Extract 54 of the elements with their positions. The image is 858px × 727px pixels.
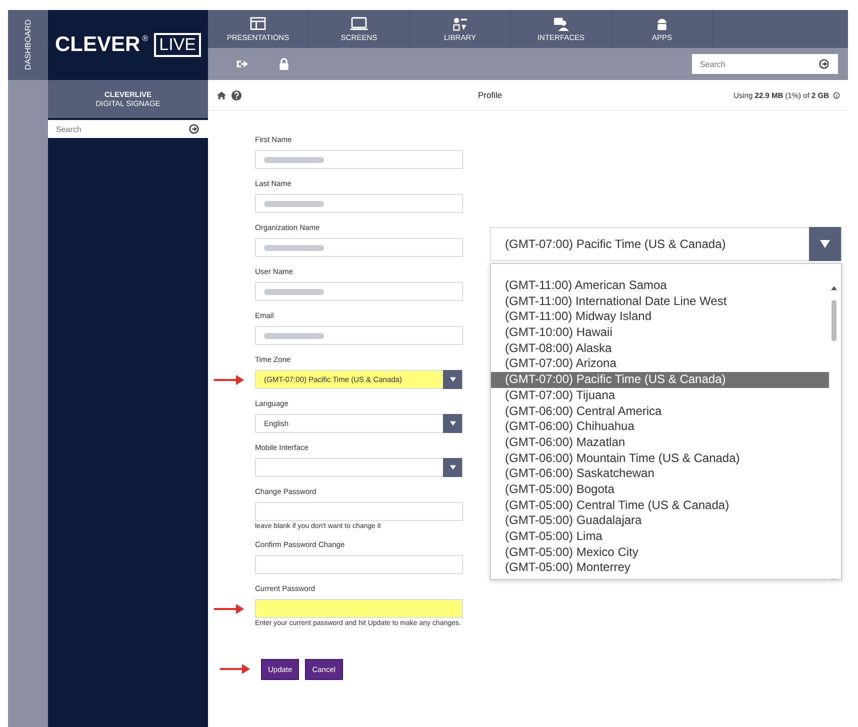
lock-icon[interactable]	[278, 58, 290, 70]
info-icon	[833, 92, 840, 98]
password-field[interactable]	[255, 502, 463, 521]
dropdown-option[interactable]: (GMT-05:00) Mexico City	[491, 544, 829, 560]
dropdown-option[interactable]: (GMT-05:00) Monterrey	[491, 560, 829, 576]
caret-icon	[450, 377, 456, 382]
input-field[interactable]	[255, 282, 463, 301]
dashboard-tab[interactable]: DASHBOARD	[8, 10, 48, 727]
help-icon[interactable]	[231, 90, 242, 100]
logout-icon[interactable]	[236, 58, 248, 70]
timezone-select[interactable]: (GMT-07:00) Pacific Time (US & Canada)	[490, 227, 842, 261]
blurred-value-drawing	[264, 200, 324, 206]
caret-icon	[450, 465, 456, 470]
dropdown-option[interactable]: (GMT-07:00) Arizona	[491, 356, 829, 372]
caret-icon	[820, 240, 830, 248]
dropdown-option[interactable]: (GMT-06:00) Mazatlan	[491, 434, 829, 451]
dropdown-option[interactable]: (GMT-05:00) Bogota	[491, 482, 829, 498]
password-field[interactable]	[255, 555, 463, 574]
blurred-value-drawing	[264, 288, 324, 294]
input-field[interactable]	[255, 238, 463, 257]
page-title: Profile	[478, 90, 502, 100]
dropdown-option[interactable]: (GMT-06:00) Central America	[491, 404, 829, 420]
arrow-circle-icon[interactable]	[189, 124, 199, 134]
sidebar-search-field[interactable]: Search	[48, 120, 208, 138]
search-field[interactable]: Search	[692, 54, 838, 74]
home-icon[interactable]	[216, 90, 227, 100]
caret-icon	[450, 421, 456, 426]
input-field[interactable]	[255, 194, 463, 213]
dropdown-option[interactable]: (GMT-06:00) Saskatchewan	[491, 466, 829, 482]
select-field[interactable]	[255, 458, 463, 477]
person-screen-icon	[552, 16, 570, 30]
dropdown-option[interactable]: (GMT-10:00) Hawaii	[491, 325, 829, 341]
monitor-icon	[350, 16, 368, 30]
arrow-circle-icon[interactable]	[819, 59, 829, 69]
dropdown-option[interactable]: (GMT-08:00) Alaska	[491, 340, 829, 356]
blurred-value-drawing	[264, 332, 324, 338]
blurred-value-drawing	[264, 244, 324, 250]
dropdown-option[interactable]: (GMT-07:00) Pacific Time (US & Canada)	[491, 372, 829, 388]
input-field[interactable]	[255, 150, 463, 169]
shapes-icon	[451, 16, 469, 30]
dropdown-option[interactable]: (GMT-11:00) American Samoa	[491, 278, 829, 294]
layout-icon	[249, 16, 267, 30]
dropdown-option[interactable]: (GMT-05:00) Guadalajara	[491, 513, 829, 529]
dropdown-option[interactable]: (GMT-11:00) Midway Island	[491, 309, 829, 326]
dropdown-option[interactable]: (GMT-06:00) Chihuahua	[491, 419, 829, 435]
dropdown-option[interactable]: (GMT-06:00) Mountain Time (US & Canada)	[491, 450, 829, 466]
input-field[interactable]	[255, 326, 463, 345]
dropdown-option[interactable]: (GMT-07:00) Tijuana	[491, 388, 829, 404]
password-field[interactable]	[255, 599, 463, 618]
dropdown-option[interactable]: (GMT-05:00) Central Time (US & Canada)	[491, 498, 829, 514]
blurred-value-drawing	[264, 156, 324, 162]
dropdown-option[interactable]: (GMT-11:00) International Date Line West	[491, 294, 829, 310]
logo: CLEVER$^{®}$ LIVE	[48, 10, 208, 80]
dropdown-option[interactable]: (GMT-05:00) Lima	[491, 529, 829, 545]
